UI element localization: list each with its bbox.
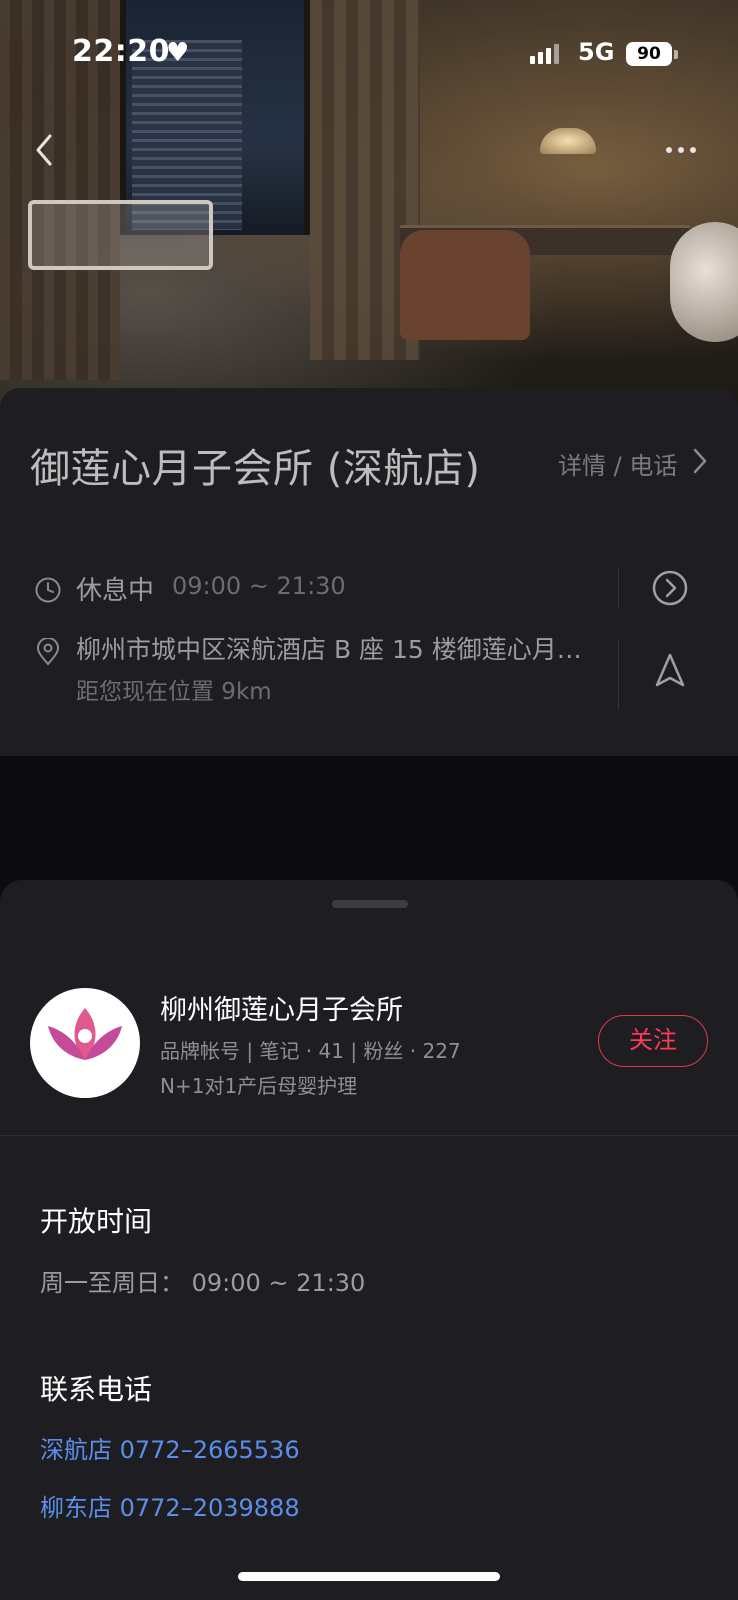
brand-name: 柳州御莲心月子会所 (160, 995, 403, 1026)
follow-button[interactable]: 关注 (598, 1015, 708, 1067)
brand-account[interactable]: 柳州御莲心月子会所 品牌帐号 | 笔记 · 41 | 粉丝 · 227 N+1对… (0, 980, 738, 1120)
location-pin-icon (36, 638, 60, 666)
battery-icon: 90 (626, 42, 672, 66)
hours-row[interactable]: 休息中 09:00 ~ 21:30 (30, 568, 710, 618)
more-dot (666, 147, 672, 153)
store-title: 御莲心月子会所 (深航店) (30, 446, 481, 492)
detail-phone-link[interactable]: 详情 / 电话 (558, 446, 677, 481)
more-button[interactable] (666, 140, 706, 160)
chevron-right-icon[interactable] (690, 446, 710, 476)
wall-portrait (670, 222, 738, 342)
heart-icon: ♥ (166, 38, 190, 68)
battery-tip (674, 50, 678, 59)
divider (0, 1135, 738, 1136)
sheet-handle[interactable] (332, 900, 408, 908)
contact-title: 联系电话 (40, 1373, 153, 1406)
address-row[interactable]: 柳州市城中区深航酒店 B 座 15 楼御莲心月子会所 距您现在位置 9km (30, 630, 710, 720)
phone-link[interactable]: 柳东店 0772–2039888 (40, 1488, 300, 1523)
brand-meta: 品牌帐号 | 笔记 · 41 | 粉丝 · 227 (160, 1039, 461, 1063)
brand-avatar[interactable] (30, 988, 140, 1098)
chevron-left-icon (36, 134, 52, 166)
lotus-logo (30, 1008, 140, 1098)
clock-icon (35, 577, 61, 603)
background-gap (0, 756, 738, 896)
home-indicator[interactable] (238, 1572, 500, 1581)
network-type: 5G (578, 38, 615, 66)
phone-link[interactable]: 深航店 0772–2665536 (40, 1430, 300, 1465)
bottom-sheet: 柳州御莲心月子会所 品牌帐号 | 笔记 · 41 | 粉丝 · 227 N+1对… (0, 880, 738, 1600)
back-button[interactable] (30, 130, 60, 170)
circle-arrow-right-icon[interactable] (650, 568, 690, 608)
brand-description: N+1对1产后母婴护理 (160, 1074, 358, 1098)
store-info-card: 御莲心月子会所 (深航店) 详情 / 电话 休息中 09:00 ~ 21:30 … (0, 388, 738, 756)
more-dot (678, 147, 684, 153)
divider (618, 568, 619, 608)
lamp (540, 128, 596, 154)
open-hours-title: 开放时间 (40, 1205, 153, 1238)
navigate-icon[interactable] (650, 650, 690, 690)
business-status: 休息中 (76, 576, 155, 606)
divider (618, 640, 619, 710)
status-bar: 22:20 ♥ 5G 90 (0, 0, 738, 100)
more-dot (690, 147, 696, 153)
store-distance: 距您现在位置 9km (76, 679, 272, 705)
open-hours-text: 周一至周日： 09:00 ~ 21:30 (40, 1269, 366, 1297)
chair (400, 230, 530, 340)
business-hours: 09:00 ~ 21:30 (172, 572, 346, 600)
status-time: 22:20 (72, 34, 170, 69)
baby-crib (28, 200, 213, 270)
signal-icon (530, 42, 559, 64)
store-address: 柳州市城中区深航酒店 B 座 15 楼御莲心月子会所 (76, 635, 596, 664)
